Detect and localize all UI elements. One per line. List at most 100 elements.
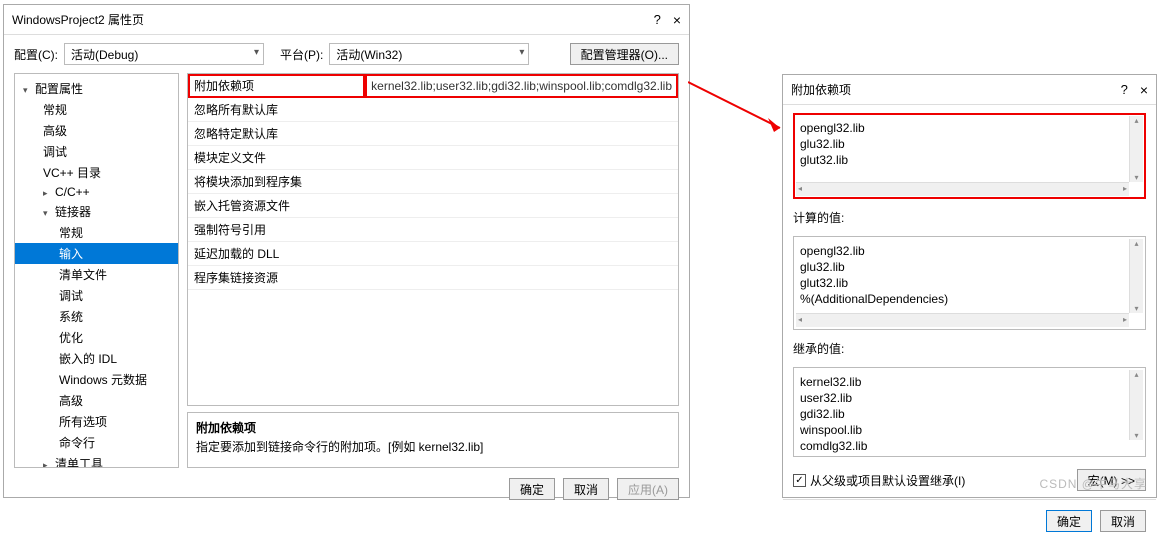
text-line: winspool.lib bbox=[800, 422, 1123, 438]
checkbox-label: 从父级或项目默认设置继承(I) bbox=[810, 472, 965, 489]
text-line: glu32.lib bbox=[800, 259, 1123, 275]
text-line: user32.lib bbox=[800, 390, 1123, 406]
scrollbar-vertical[interactable] bbox=[1129, 370, 1143, 440]
text-line: opengl32.lib bbox=[800, 243, 1123, 259]
grid-value bbox=[365, 122, 678, 146]
close-button[interactable]: × bbox=[673, 12, 681, 28]
config-combo[interactable]: 活动(Debug) bbox=[64, 43, 264, 65]
text-line: kernel32.lib bbox=[800, 374, 1123, 390]
grid-row[interactable]: 嵌入托管资源文件 bbox=[188, 194, 678, 218]
apply-button[interactable]: 应用(A) bbox=[617, 478, 679, 500]
tree-item[interactable]: 高级 bbox=[15, 390, 178, 411]
ok-button[interactable]: 确定 bbox=[509, 478, 555, 500]
dialog-buttons: 确定 取消 bbox=[783, 499, 1156, 542]
tree-item[interactable]: 输入 bbox=[15, 243, 178, 264]
edit-textbox[interactable]: opengl32.libglu32.libglut32.lib bbox=[793, 113, 1146, 199]
tree-item[interactable]: 命令行 bbox=[15, 432, 178, 453]
text-line: %(AdditionalDependencies) bbox=[800, 291, 1123, 307]
additional-deps-dialog: 附加依赖项 ? × opengl32.libglu32.libglut32.li… bbox=[782, 74, 1157, 498]
help-button[interactable]: ? bbox=[1121, 82, 1128, 97]
grid-row[interactable]: 附加依赖项kernel32.lib;user32.lib;gdi32.lib;w… bbox=[188, 74, 678, 98]
tree-item[interactable]: Windows 元数据 bbox=[15, 369, 178, 390]
text-line: gdi32.lib bbox=[800, 406, 1123, 422]
grid-value bbox=[365, 146, 678, 170]
watermark: CSDN @牛马大享 bbox=[1039, 475, 1147, 492]
tree-item[interactable]: C/C++ bbox=[15, 183, 178, 201]
help-button[interactable]: ? bbox=[654, 12, 661, 27]
grid-value bbox=[365, 194, 678, 218]
grid-row[interactable]: 忽略特定默认库 bbox=[188, 122, 678, 146]
tree-item[interactable]: VC++ 目录 bbox=[15, 162, 178, 183]
cancel-button[interactable]: 取消 bbox=[1100, 510, 1146, 532]
grid-value bbox=[365, 218, 678, 242]
description-panel: 附加依赖项 指定要添加到链接命令行的附加项。[例如 kernel32.lib] bbox=[187, 412, 679, 468]
platform-label: 平台(P): bbox=[280, 46, 323, 63]
description-title: 附加依赖项 bbox=[196, 419, 670, 436]
tree-item[interactable]: 常规 bbox=[15, 222, 178, 243]
tree-item[interactable]: 所有选项 bbox=[15, 411, 178, 432]
grid-row[interactable]: 忽略所有默认库 bbox=[188, 98, 678, 122]
grid-key: 将模块添加到程序集 bbox=[188, 170, 365, 194]
text-line: glu32.lib bbox=[800, 136, 1123, 152]
grid-key: 模块定义文件 bbox=[188, 146, 365, 170]
close-button[interactable]: × bbox=[1140, 82, 1148, 98]
window-title: WindowsProject2 属性页 bbox=[12, 11, 144, 28]
nav-tree[interactable]: 配置属性常规高级调试VC++ 目录C/C++链接器常规输入清单文件调试系统优化嵌… bbox=[14, 73, 179, 468]
tree-item[interactable]: 高级 bbox=[15, 120, 178, 141]
ok-button[interactable]: 确定 bbox=[1046, 510, 1092, 532]
checkbox-icon: ✓ bbox=[793, 474, 806, 487]
grid-value: kernel32.lib;user32.lib;gdi32.lib;winspo… bbox=[365, 74, 678, 98]
grid-key: 忽略特定默认库 bbox=[188, 122, 365, 146]
config-manager-button[interactable]: 配置管理器(O)... bbox=[570, 43, 679, 65]
grid-row[interactable]: 延迟加载的 DLL bbox=[188, 242, 678, 266]
tree-item[interactable]: 配置属性 bbox=[15, 78, 178, 99]
scrollbar-horizontal[interactable] bbox=[796, 313, 1129, 327]
grid-key: 延迟加载的 DLL bbox=[188, 242, 365, 266]
grid-row[interactable]: 程序集链接资源 bbox=[188, 266, 678, 290]
grid-value bbox=[365, 266, 678, 290]
tree-item[interactable]: 调试 bbox=[15, 285, 178, 306]
tree-item[interactable]: 常规 bbox=[15, 99, 178, 120]
window-title: 附加依赖项 bbox=[791, 81, 851, 98]
inherit-label: 继承的值: bbox=[793, 338, 1146, 359]
tree-item[interactable]: 优化 bbox=[15, 327, 178, 348]
text-line: glut32.lib bbox=[800, 152, 1123, 168]
cancel-button[interactable]: 取消 bbox=[563, 478, 609, 500]
grid-key: 附加依赖项 bbox=[188, 74, 365, 98]
dialog-buttons: 确定 取消 应用(A) bbox=[4, 468, 689, 510]
computed-label: 计算的值: bbox=[793, 207, 1146, 228]
scrollbar-vertical[interactable] bbox=[1129, 116, 1143, 182]
text-line: opengl32.lib bbox=[800, 120, 1123, 136]
annotation-arrow bbox=[688, 76, 788, 136]
description-text: 指定要添加到链接命令行的附加项。[例如 kernel32.lib] bbox=[196, 438, 670, 455]
platform-combo[interactable]: 活动(Win32) bbox=[329, 43, 529, 65]
grid-value bbox=[365, 170, 678, 194]
grid-value bbox=[365, 98, 678, 122]
computed-textbox: opengl32.libglu32.libglut32.lib%(Additio… bbox=[793, 236, 1146, 330]
titlebar: WindowsProject2 属性页 ? × bbox=[4, 5, 689, 35]
titlebar: 附加依赖项 ? × bbox=[783, 75, 1156, 105]
grid-key: 程序集链接资源 bbox=[188, 266, 365, 290]
grid-row[interactable]: 将模块添加到程序集 bbox=[188, 170, 678, 194]
scrollbar-horizontal[interactable] bbox=[796, 182, 1129, 196]
grid-key: 强制符号引用 bbox=[188, 218, 365, 242]
inherit-checkbox[interactable]: ✓ 从父级或项目默认设置继承(I) bbox=[793, 472, 965, 489]
tree-item[interactable]: 清单工具 bbox=[15, 453, 178, 468]
config-label: 配置(C): bbox=[14, 46, 58, 63]
tree-item[interactable]: 调试 bbox=[15, 141, 178, 162]
tree-item[interactable]: 系统 bbox=[15, 306, 178, 327]
property-pages-dialog: WindowsProject2 属性页 ? × 配置(C): 活动(Debug)… bbox=[3, 4, 690, 498]
inherit-textbox: kernel32.libuser32.libgdi32.libwinspool.… bbox=[793, 367, 1146, 457]
text-line: comdlg32.lib bbox=[800, 438, 1123, 454]
tree-item[interactable]: 链接器 bbox=[15, 201, 178, 222]
grid-value bbox=[365, 242, 678, 266]
scrollbar-vertical[interactable] bbox=[1129, 239, 1143, 313]
text-line: glut32.lib bbox=[800, 275, 1123, 291]
grid-key: 忽略所有默认库 bbox=[188, 98, 365, 122]
tree-item[interactable]: 清单文件 bbox=[15, 264, 178, 285]
grid-row[interactable]: 强制符号引用 bbox=[188, 218, 678, 242]
property-grid[interactable]: 附加依赖项kernel32.lib;user32.lib;gdi32.lib;w… bbox=[187, 73, 679, 406]
grid-row[interactable]: 模块定义文件 bbox=[188, 146, 678, 170]
tree-item[interactable]: 嵌入的 IDL bbox=[15, 348, 178, 369]
grid-key: 嵌入托管资源文件 bbox=[188, 194, 365, 218]
